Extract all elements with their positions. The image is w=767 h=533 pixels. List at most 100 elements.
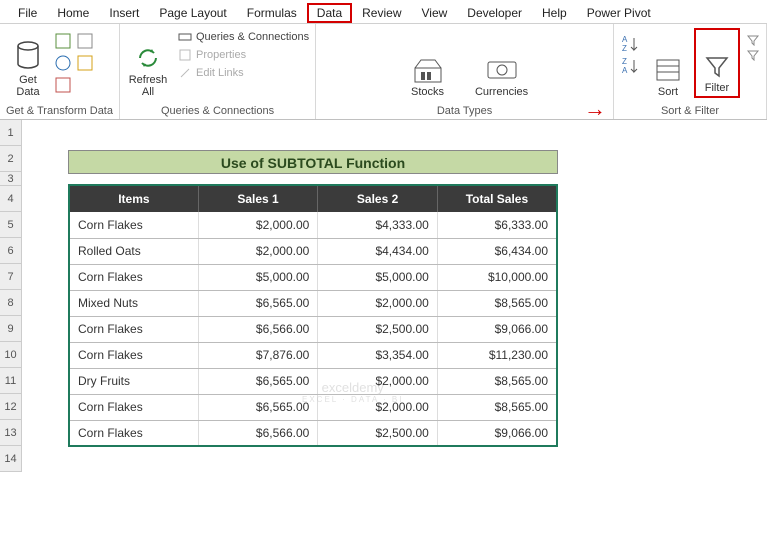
tab-formulas[interactable]: Formulas (237, 3, 307, 23)
tab-power-pivot[interactable]: Power Pivot (577, 3, 661, 23)
sort-asc-icon[interactable]: AZ (620, 34, 642, 54)
reapply-button[interactable] (746, 49, 760, 61)
row-header[interactable]: 13 (0, 420, 22, 446)
cell-sales2[interactable]: $2,000.00 (318, 394, 438, 420)
cell-sales2[interactable]: $3,354.00 (318, 342, 438, 368)
row-header[interactable]: 5 (0, 212, 22, 238)
table-row: Corn Flakes$6,566.00$2,500.00$9,066.00 (69, 316, 557, 342)
stocks-icon (411, 54, 445, 84)
cell-sales1[interactable]: $6,565.00 (198, 368, 318, 394)
database-icon (14, 40, 42, 72)
table-row: Corn Flakes$6,565.00$2,000.00$8,565.00 (69, 394, 557, 420)
cell-total[interactable]: $8,565.00 (437, 290, 557, 316)
table-row: Rolled Oats$2,000.00$4,434.00$6,434.00 (69, 238, 557, 264)
tab-file[interactable]: File (8, 3, 47, 23)
row-headers: 1 2 3 4 5 6 7 8 9 10 11 12 13 14 (0, 120, 22, 472)
cell-item[interactable]: Corn Flakes (69, 420, 198, 446)
sort-button[interactable]: Sort (646, 28, 690, 98)
cell-sales1[interactable]: $6,566.00 (198, 420, 318, 446)
cell-item[interactable]: Rolled Oats (69, 238, 198, 264)
existing-conn-icon[interactable] (76, 54, 94, 72)
row-header[interactable]: 11 (0, 368, 22, 394)
table-row: Corn Flakes$6,566.00$2,500.00$9,066.00 (69, 420, 557, 446)
cell-item[interactable]: Mixed Nuts (69, 290, 198, 316)
col-sales2[interactable]: Sales 2 (318, 185, 438, 212)
row-header[interactable]: 4 (0, 186, 22, 212)
row-header[interactable]: 10 (0, 342, 22, 368)
cell-sales2[interactable]: $2,000.00 (318, 368, 438, 394)
refresh-icon (134, 44, 162, 72)
row-header[interactable]: 3 (0, 172, 22, 186)
edit-links-button[interactable]: Edit Links (178, 66, 309, 80)
cell-sales2[interactable]: $2,500.00 (318, 316, 438, 342)
cell-total[interactable]: $10,000.00 (437, 264, 557, 290)
reapply-icon (746, 49, 760, 61)
cell-item[interactable]: Corn Flakes (69, 394, 198, 420)
row-header[interactable]: 1 (0, 120, 22, 146)
cell-item[interactable]: Corn Flakes (69, 264, 198, 290)
refresh-all-button[interactable]: Refresh All (126, 28, 170, 98)
cell-sales1[interactable]: $6,565.00 (198, 290, 318, 316)
cell-total[interactable]: $6,434.00 (437, 238, 557, 264)
row-header[interactable]: 14 (0, 446, 22, 472)
col-total[interactable]: Total Sales (437, 185, 557, 212)
table-row: Corn Flakes$5,000.00$5,000.00$10,000.00 (69, 264, 557, 290)
table-row: Mixed Nuts$6,565.00$2,000.00$8,565.00 (69, 290, 557, 316)
row-header[interactable]: 12 (0, 394, 22, 420)
clear-button[interactable] (746, 34, 760, 46)
col-items[interactable]: Items (69, 185, 198, 212)
cell-item[interactable]: Dry Fruits (69, 368, 198, 394)
row-header[interactable]: 2 (0, 146, 22, 172)
from-table-icon[interactable] (54, 76, 72, 94)
cell-item[interactable]: Corn Flakes (69, 212, 198, 238)
properties-button[interactable]: Properties (178, 48, 309, 62)
cell-sales1[interactable]: $7,876.00 (198, 342, 318, 368)
tab-review[interactable]: Review (352, 3, 411, 23)
cell-item[interactable]: Corn Flakes (69, 342, 198, 368)
cell-total[interactable]: $9,066.00 (437, 316, 557, 342)
tab-help[interactable]: Help (532, 3, 577, 23)
sort-desc-icon[interactable]: ZA (620, 56, 642, 76)
cell-sales2[interactable]: $5,000.00 (318, 264, 438, 290)
group-sort-filter: AZ ZA Sort Filter → Sort & Filter (614, 24, 767, 119)
cell-sales2[interactable]: $4,434.00 (318, 238, 438, 264)
cell-sales1[interactable]: $6,566.00 (198, 316, 318, 342)
tab-page-layout[interactable]: Page Layout (149, 3, 236, 23)
row-header[interactable]: 8 (0, 290, 22, 316)
cell-sales1[interactable]: $6,565.00 (198, 394, 318, 420)
cell-sales1[interactable]: $5,000.00 (198, 264, 318, 290)
row-header[interactable]: 6 (0, 238, 22, 264)
cell-sales2[interactable]: $2,000.00 (318, 290, 438, 316)
from-web-icon[interactable] (54, 54, 72, 72)
row-header[interactable]: 9 (0, 316, 22, 342)
filter-button[interactable]: Filter (698, 32, 736, 94)
recent-sources-icon[interactable] (76, 32, 94, 50)
table-row: Corn Flakes$7,876.00$3,354.00$11,230.00 (69, 342, 557, 368)
tab-data[interactable]: Data (307, 3, 352, 23)
table-row: Dry Fruits$6,565.00$2,000.00$8,565.00 (69, 368, 557, 394)
get-data-button[interactable]: Get Data (6, 28, 50, 98)
col-sales1[interactable]: Sales 1 (198, 185, 318, 212)
cell-total[interactable]: $9,066.00 (437, 420, 557, 446)
from-text-icon[interactable] (54, 32, 72, 50)
cell-item[interactable]: Corn Flakes (69, 316, 198, 342)
cell-sales2[interactable]: $4,333.00 (318, 212, 438, 238)
cell-sales1[interactable]: $2,000.00 (198, 238, 318, 264)
cell-total[interactable]: $11,230.00 (437, 342, 557, 368)
currencies-button[interactable]: Currencies (480, 28, 524, 98)
cell-total[interactable]: $6,333.00 (437, 212, 557, 238)
tab-home[interactable]: Home (47, 3, 99, 23)
stocks-button[interactable]: Stocks (406, 28, 450, 98)
cell-sales1[interactable]: $2,000.00 (198, 212, 318, 238)
cell-sales2[interactable]: $2,500.00 (318, 420, 438, 446)
tab-view[interactable]: View (412, 3, 458, 23)
row-header[interactable]: 7 (0, 264, 22, 290)
cell-total[interactable]: $8,565.00 (437, 368, 557, 394)
cell-total[interactable]: $8,565.00 (437, 394, 557, 420)
queries-connections-button[interactable]: Queries & Connections (178, 30, 309, 44)
data-table: Items Sales 1 Sales 2 Total Sales Corn F… (68, 184, 558, 447)
group-queries-connections: Refresh All Queries & Connections Proper… (120, 24, 316, 119)
tab-developer[interactable]: Developer (457, 3, 532, 23)
sheet-title: Use of SUBTOTAL Function (68, 150, 558, 174)
tab-insert[interactable]: Insert (99, 3, 149, 23)
